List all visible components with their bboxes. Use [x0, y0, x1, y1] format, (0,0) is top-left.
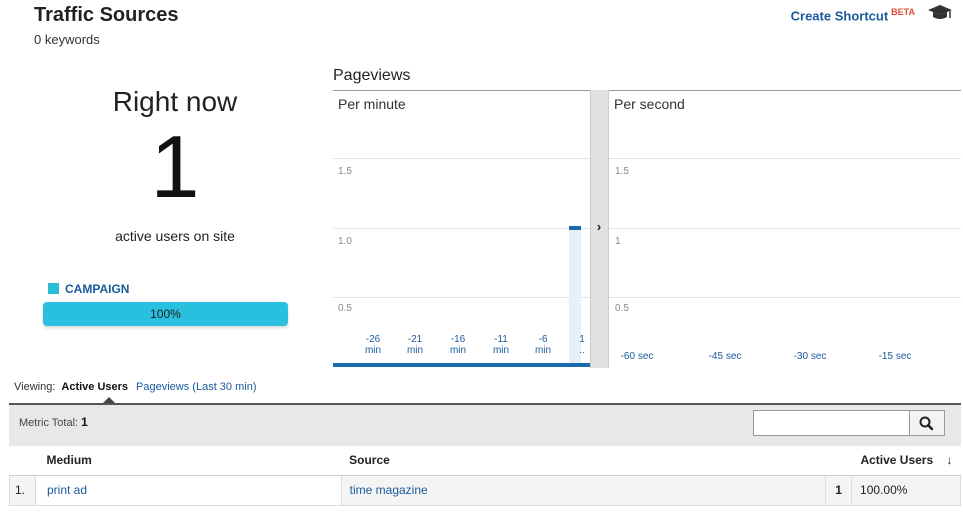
per-minute-ytick: 1.0 [338, 236, 352, 247]
active-users-value: 1 [825, 474, 853, 506]
tab-active-users[interactable]: Active Users [61, 381, 128, 393]
per-second-label: Per second [614, 96, 685, 112]
metric-total-value: 1 [81, 415, 88, 429]
per-minute-xtick: -11 min [492, 334, 510, 356]
create-shortcut-link[interactable]: Create Shortcut BETA [791, 7, 915, 23]
per-second-xtick: -45 sec [708, 351, 742, 362]
traffic-table: Medium Source Active Users ↓ 1. print ad… [9, 446, 961, 506]
graduation-cap-icon[interactable] [927, 2, 953, 24]
campaign-share-bar: 100% [43, 302, 288, 326]
table-row: 1. print ad time magazine 1 100.00% [9, 474, 961, 506]
per-minute-label: Per minute [338, 96, 406, 112]
per-minute-xtick: -6 min [534, 334, 552, 356]
column-header-medium[interactable]: Medium [35, 446, 342, 476]
keyword-count: 0 keywords [34, 32, 100, 47]
search-icon [919, 416, 934, 431]
search-button[interactable] [909, 410, 945, 436]
active-user-count: 1 [150, 117, 200, 216]
per-second-ytick: 0.5 [615, 303, 629, 314]
per-minute-xtick: -16 min [449, 334, 467, 356]
per-minute-xtick: -21 min [406, 334, 424, 356]
per-minute-ytick: 1.5 [338, 166, 352, 177]
per-minute-baseline [333, 363, 590, 367]
viewing-label: Viewing: [14, 381, 56, 393]
per-minute-bar-cap [569, 226, 581, 230]
table-header-row: Medium Source Active Users ↓ [9, 446, 961, 476]
pageviews-title: Pageviews [333, 67, 411, 84]
per-minute-xtick: -26 min [364, 334, 382, 356]
column-header-source[interactable]: Source [341, 446, 826, 476]
chevron-right-icon[interactable]: › [592, 220, 606, 234]
create-shortcut-label: Create Shortcut [790, 8, 889, 24]
per-second-ytick: 1.5 [615, 166, 629, 177]
column-header-active-users-label: Active Users [860, 453, 934, 468]
per-second-xtick: -60 sec [620, 351, 654, 362]
source-link[interactable]: time magazine [350, 483, 428, 497]
sort-down-icon: ↓ [946, 453, 953, 468]
active-users-label: active users on site [115, 228, 235, 244]
campaign-legend-label[interactable]: CAMPAIGN [65, 282, 129, 296]
active-users-percent: 100.00% [851, 474, 961, 506]
tab-pageviews[interactable]: Pageviews (Last 30 min) [136, 381, 256, 393]
row-index: 1. [9, 474, 36, 506]
metric-total-label: Metric Total: [19, 417, 79, 429]
medium-link[interactable]: print ad [47, 483, 87, 497]
per-minute-ytick: 0.5 [338, 303, 352, 314]
page-title: Traffic Sources [34, 4, 179, 26]
per-second-xtick: -15 sec [878, 351, 912, 362]
viewing-tabs: Viewing: Active Users Pageviews (Last 30 m… [14, 381, 257, 393]
column-header-active-users[interactable]: Active Users ↓ [825, 446, 961, 476]
per-minute-xtick: 1.. [579, 334, 585, 356]
right-now-label: Right now [112, 86, 238, 117]
campaign-share-value: 100% [150, 307, 181, 321]
per-second-xtick: -30 sec [793, 351, 827, 362]
metric-total: Metric Total: 1 [19, 415, 88, 429]
per-second-ytick: 1 [615, 236, 621, 247]
pageviews-chart [333, 90, 961, 367]
table-search-input[interactable] [753, 410, 910, 436]
campaign-legend-swatch [48, 283, 59, 294]
beta-badge: BETA [891, 7, 915, 17]
